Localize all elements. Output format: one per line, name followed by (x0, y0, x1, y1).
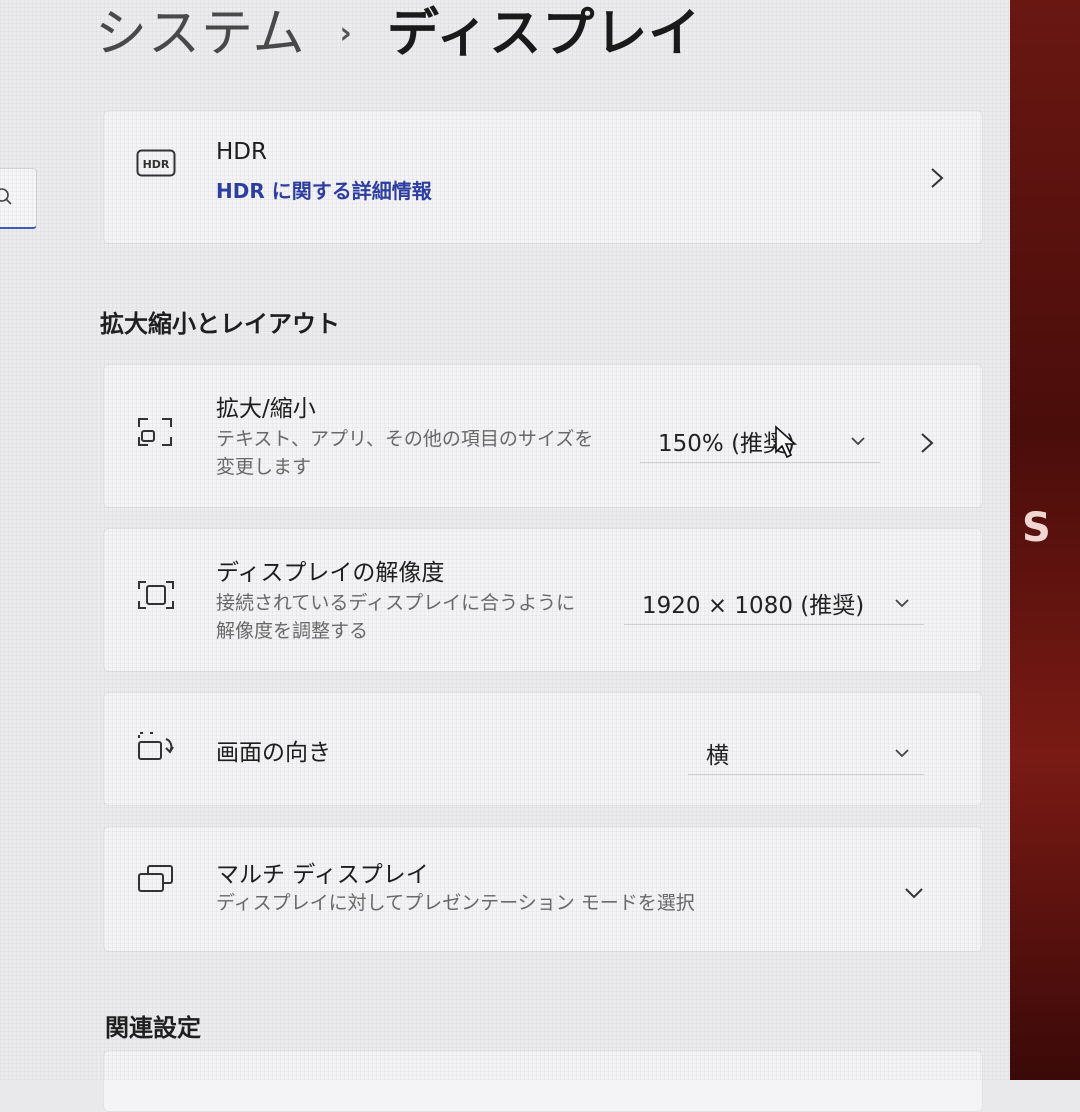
monitor-bezel: S (1010, 0, 1080, 1080)
multi-display-label: マルチ ディスプレイ (216, 862, 429, 888)
scale-description-line2: 変更します (216, 456, 312, 478)
resolution-dropdown-value: 1920 × 1080 (推奨) (642, 592, 865, 619)
scale-card[interactable]: 拡大/縮小 テキスト、アプリ、その他の項目のサイズを 変更します 150% (推… (103, 364, 983, 508)
chevron-down-icon (895, 748, 909, 757)
chevron-down-icon (851, 436, 865, 445)
resolution-description-line1: 接続されているディスプレイに合うように (216, 592, 576, 614)
multi-display-icon (136, 863, 176, 901)
scale-dropdown[interactable]: 150% (推奨) (640, 419, 880, 463)
bezel-logo: S (1022, 505, 1051, 547)
related-settings-card[interactable] (103, 1050, 983, 1112)
hdr-icon: HDR (136, 149, 176, 181)
scale-description-line1: テキスト、アプリ、その他の項目のサイズを (216, 428, 594, 450)
resolution-dropdown[interactable]: 1920 × 1080 (推奨) (624, 581, 924, 625)
scale-icon (136, 415, 174, 453)
orientation-dropdown-value: 横 (706, 742, 729, 769)
resolution-description-line2: 解像度を調整する (216, 620, 369, 642)
hdr-label: HDR (216, 139, 267, 165)
resolution-card: ディスプレイの解像度 接続されているディスプレイに合うように 解像度を調整する … (103, 528, 983, 672)
scale-section-title: 拡大縮小とレイアウト (100, 310, 340, 338)
chevron-right-icon[interactable] (930, 167, 944, 189)
chevron-down-icon[interactable] (904, 887, 924, 899)
breadcrumb-separator: › (339, 16, 353, 51)
hdr-card[interactable]: HDR HDR HDR に関する詳細情報 (103, 110, 983, 244)
page-title: ディスプレイ (386, 4, 702, 64)
multi-display-card[interactable]: マルチ ディスプレイ ディスプレイに対してプレゼンテーション モードを選択 (103, 826, 983, 952)
resolution-icon (136, 579, 176, 615)
svg-text:HDR: HDR (143, 158, 170, 171)
chevron-right-icon[interactable] (920, 432, 934, 454)
orientation-label: 画面の向き (216, 740, 331, 766)
rotate-screen-icon (136, 729, 176, 767)
search-icon (0, 188, 12, 205)
orientation-card: 画面の向き 横 (103, 692, 983, 806)
hdr-info-link[interactable]: HDR に関する詳細情報 (216, 175, 432, 204)
settings-window: システム › ディスプレイ HDR HDR HDR に関する詳細情報 拡大縮小と… (0, 0, 1030, 1112)
breadcrumb: システム › ディスプレイ (95, 0, 701, 60)
mouse-cursor-icon (775, 425, 798, 459)
breadcrumb-system-link[interactable]: システム (95, 8, 305, 60)
related-settings-title: 関連設定 (105, 1014, 201, 1042)
resolution-label: ディスプレイの解像度 (216, 560, 445, 586)
orientation-dropdown[interactable]: 横 (688, 731, 924, 775)
multi-display-description: ディスプレイに対してプレゼンテーション モードを選択 (216, 892, 695, 914)
search-input[interactable] (0, 168, 37, 229)
chevron-down-icon (895, 598, 909, 607)
scale-label: 拡大/縮小 (216, 396, 316, 422)
